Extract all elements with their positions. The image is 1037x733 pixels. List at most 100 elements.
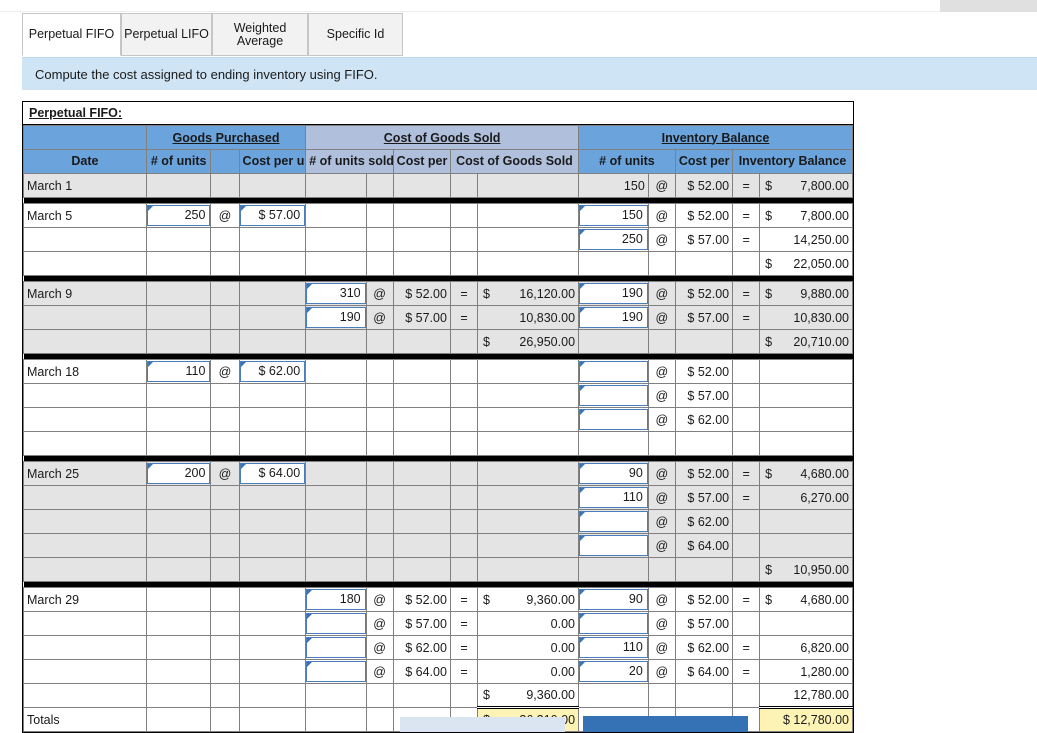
input-gp-cost-per-unit — [239, 486, 306, 510]
input-ib-units-cell[interactable]: 110 — [579, 486, 649, 510]
cell-date: March 1 — [24, 174, 147, 198]
secondary-button[interactable] — [400, 717, 565, 732]
input-cogs-units-sold-cell[interactable] — [306, 636, 366, 660]
input-ib-units[interactable]: 190 — [579, 283, 648, 304]
cell-cogs-cost-per-unit: $ 57.00 — [393, 306, 450, 330]
tab-perpetual-fifo[interactable]: Perpetual FIFO — [22, 13, 121, 56]
cell-ib-equals: = — [733, 588, 760, 612]
input-cogs-units-sold — [306, 228, 366, 252]
cell-cogs-equals — [450, 558, 477, 582]
cell-cogs-cost-per-unit — [393, 510, 450, 534]
header-ib-units: # of units — [579, 150, 676, 174]
input-gp-cost-per-unit — [239, 510, 306, 534]
cell-cogs-cost-per-unit: $ 64.00 — [393, 660, 450, 684]
input-gp-units-cell[interactable]: 250 — [146, 204, 211, 228]
input-ib-units-cell[interactable]: 110 — [579, 636, 649, 660]
input-gp-cost-per-unit[interactable]: $ 57.00 — [240, 205, 306, 226]
cell-cogs-at — [366, 510, 393, 534]
cell-ib-cost-per-unit: $ 57.00 — [675, 384, 732, 408]
input-cogs-units-sold[interactable] — [306, 661, 365, 682]
tab-perpetual-lifo[interactable]: Perpetual LIFO — [121, 13, 212, 56]
cell-date — [24, 636, 147, 660]
input-ib-units-cell[interactable]: 90 — [579, 588, 649, 612]
input-cogs-units-sold-cell[interactable] — [306, 660, 366, 684]
cell-gp-cost-per-unit — [239, 708, 306, 732]
input-cogs-units-sold-cell[interactable] — [306, 612, 366, 636]
input-ib-units[interactable] — [579, 361, 648, 382]
input-gp-units[interactable]: 250 — [147, 205, 211, 226]
input-ib-units-cell[interactable]: 90 — [579, 462, 649, 486]
cell-totals-label: Totals — [24, 708, 147, 732]
input-ib-units-cell[interactable]: 250 — [579, 228, 649, 252]
cell-ib-amount: 6,270.00 — [760, 486, 853, 510]
input-gp-units-cell[interactable]: 200 — [146, 462, 211, 486]
cell-gp-at — [211, 432, 239, 456]
cell-ib-cost-per-unit — [675, 558, 732, 582]
input-gp-cost-per-unit-cell[interactable]: $ 57.00 — [239, 204, 306, 228]
input-gp-units[interactable]: 110 — [147, 361, 211, 382]
input-ib-units-cell[interactable]: 150 — [579, 204, 649, 228]
input-gp-units[interactable]: 200 — [147, 463, 211, 484]
input-ib-units[interactable]: 90 — [579, 463, 648, 484]
input-ib-units[interactable]: 110 — [579, 487, 648, 508]
cell-cogs-at — [366, 534, 393, 558]
cell-cogs-equals — [450, 462, 477, 486]
cell-ib-cost-per-unit: $ 52.00 — [675, 360, 732, 384]
input-ib-units[interactable] — [579, 535, 648, 556]
cell-cogs-equals — [450, 432, 477, 456]
cell-ib-cost-per-unit: $ 52.00 — [675, 174, 732, 198]
cell-gp-at — [211, 612, 239, 636]
input-ib-units[interactable]: 250 — [579, 229, 648, 250]
input-ib-units[interactable] — [579, 511, 648, 532]
input-ib-units-cell[interactable]: 190 — [579, 282, 649, 306]
table-row: March 9310@$ 52.00=$16,120.00190@$ 52.00… — [24, 282, 853, 306]
cell-cogs-equals: = — [450, 588, 477, 612]
input-cogs-units-sold[interactable] — [306, 613, 365, 634]
input-ib-units-cell[interactable] — [579, 384, 649, 408]
input-gp-cost-per-unit-cell[interactable]: $ 62.00 — [239, 360, 306, 384]
cell-ib-at: @ — [648, 588, 675, 612]
input-gp-cost-per-unit — [239, 252, 306, 276]
input-cogs-units-sold[interactable] — [306, 637, 365, 658]
input-cogs-units-sold[interactable]: 180 — [306, 589, 365, 610]
input-ib-units-cell[interactable] — [579, 612, 649, 636]
input-ib-units[interactable]: 110 — [579, 637, 648, 658]
input-ib-units-cell[interactable] — [579, 510, 649, 534]
input-gp-cost-per-unit-cell[interactable]: $ 64.00 — [239, 462, 306, 486]
input-ib-units-cell[interactable] — [579, 534, 649, 558]
primary-button[interactable] — [583, 716, 748, 732]
band-inventory-balance: Inventory Balance — [579, 126, 853, 150]
tab-specific-id[interactable]: Specific Id — [308, 13, 403, 56]
input-cogs-units-sold[interactable]: 310 — [306, 283, 365, 304]
cell-ib-amount: $7,800.00 — [760, 204, 853, 228]
input-ib-units[interactable]: 190 — [579, 307, 648, 328]
input-cogs-units-sold-cell[interactable]: 190 — [306, 306, 366, 330]
cell-ib-at — [648, 330, 675, 354]
input-gp-units — [146, 612, 211, 636]
input-ib-units[interactable]: 90 — [579, 589, 648, 610]
cell-gp-at — [211, 588, 239, 612]
input-ib-units-cell[interactable] — [579, 360, 649, 384]
tab-weighted-average[interactable]: Weighted Average — [212, 13, 308, 56]
input-gp-cost-per-unit[interactable]: $ 64.00 — [240, 463, 306, 484]
input-gp-cost-per-unit[interactable]: $ 62.00 — [240, 361, 306, 382]
cell-ib-equals — [733, 510, 760, 534]
table-band-row: Goods PurchasedCost of Goods SoldInvento… — [24, 126, 853, 150]
input-ib-units-cell[interactable]: 190 — [579, 306, 649, 330]
input-ib-units[interactable] — [579, 613, 648, 634]
input-gp-cost-per-unit — [239, 432, 306, 456]
input-cogs-units-sold-cell[interactable]: 180 — [306, 588, 366, 612]
table-row: $10,950.00 — [24, 558, 853, 582]
input-cogs-units-sold — [306, 408, 366, 432]
input-gp-units-cell[interactable]: 110 — [146, 360, 211, 384]
cell-cogs-equals — [450, 204, 477, 228]
input-cogs-units-sold-cell[interactable]: 310 — [306, 282, 366, 306]
input-ib-units[interactable] — [579, 385, 648, 406]
input-ib-units-cell[interactable] — [579, 408, 649, 432]
input-ib-units-cell[interactable]: 20 — [579, 660, 649, 684]
input-cogs-units-sold[interactable]: 190 — [306, 307, 365, 328]
input-ib-units[interactable] — [579, 409, 648, 430]
cell-date — [24, 660, 147, 684]
input-ib-units[interactable]: 20 — [579, 661, 648, 682]
input-ib-units[interactable]: 150 — [579, 205, 648, 226]
